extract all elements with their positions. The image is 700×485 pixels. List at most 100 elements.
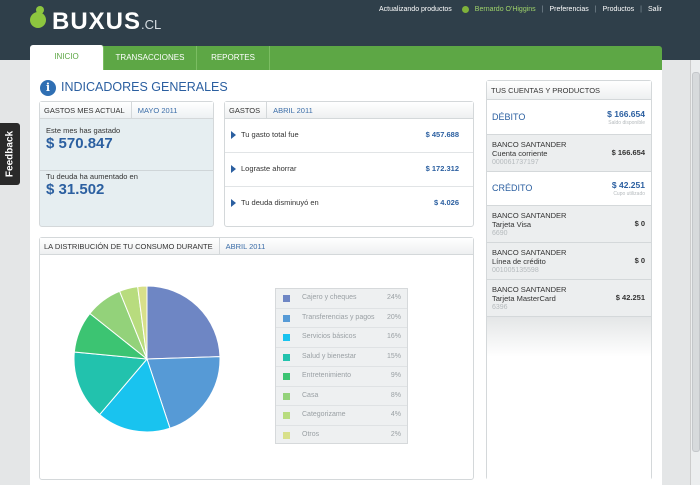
legend-label: Entretenimiento — [302, 372, 352, 379]
legend-swatch — [283, 295, 290, 302]
debt-increase-value: $ 31.502 — [46, 181, 105, 198]
account-row[interactable]: BANCO SANTANDER Línea de crédito 0010051… — [487, 243, 651, 280]
expense-row[interactable]: Tu gasto total fue $ 457.688 — [225, 119, 473, 153]
legend-percent: 16% — [386, 333, 401, 340]
panel-title: TUS CUENTAS Y PRODUCTOS — [491, 86, 601, 95]
main-tabs: INICIO TRANSACCIONES REPORTES — [30, 45, 662, 70]
pie-slice-cajero-y-cheques — [146, 285, 221, 360]
expand-arrow-icon — [231, 165, 236, 173]
expense-row[interactable]: Lograste ahorrar $ 172.312 — [225, 153, 473, 187]
expense-label: Tu deuda disminuyó en — [241, 198, 319, 207]
account-number: 6690 — [492, 230, 508, 237]
debit-title: DÉBITO — [492, 112, 526, 122]
legend-label: Casa — [302, 391, 319, 399]
legend-row: Cajero y cheques 24% — [276, 289, 407, 309]
spending-distribution-panel: LA DISTRIBUCIÓN DE TU CONSUMO DURANTE AB… — [39, 237, 474, 480]
panel-title: GASTOS — [229, 106, 261, 115]
bank-name: BANCO SANTANDER — [492, 248, 567, 257]
bank-name: BANCO SANTANDER — [492, 285, 567, 294]
legend-swatch — [283, 392, 290, 400]
expand-arrow-icon — [231, 199, 236, 207]
account-amount: $ 0 — [634, 256, 645, 265]
credit-title: CRÉDITO — [492, 183, 533, 193]
divider — [40, 170, 213, 171]
logout-link[interactable]: Salir — [648, 6, 662, 13]
account-row[interactable]: BANCO SANTANDER Tarjeta Visa 6690 $ 0 — [487, 206, 651, 243]
legend-row: Otros 2% — [276, 426, 407, 446]
legend-label: Salud y bienestar — [302, 352, 357, 360]
account-amount: $ 166.654 — [611, 148, 645, 157]
legend-swatch — [283, 373, 290, 380]
logo-tld: .CL — [141, 17, 162, 32]
product-name: Tarjeta MasterCard — [492, 294, 556, 303]
online-status-icon — [461, 6, 469, 13]
page-title: INDICADORES GENERALES — [61, 80, 228, 94]
expense-row[interactable]: Tu deuda disminuyó en $ 4.026 — [225, 187, 473, 221]
account-row[interactable]: BANCO SANTANDER Tarjeta MasterCard 6396 … — [487, 280, 651, 317]
legend-label: Categorizame — [302, 411, 346, 418]
expense-label: Lograste ahorrar — [241, 164, 297, 173]
debit-section-header[interactable]: DÉBITO $ 166.654 Saldo disponible — [487, 101, 651, 135]
legend-percent: 8% — [390, 391, 401, 399]
account-number: 6396 — [492, 304, 508, 311]
legend-percent: 15% — [386, 352, 401, 360]
legend-swatch — [283, 431, 290, 439]
panel-title: GASTOS MES ACTUAL — [44, 106, 125, 115]
expand-arrow-icon — [231, 131, 236, 139]
legend-label: Cajero y cheques — [302, 294, 357, 301]
legend-swatch — [283, 314, 290, 322]
tab-reportes[interactable]: REPORTES — [197, 46, 270, 70]
accounts-panel-footer — [487, 317, 651, 480]
preferences-link[interactable]: Preferencias — [550, 6, 589, 13]
panel-header: LA DISTRIBUCIÓN DE TU CONSUMO DURANTE AB… — [40, 238, 473, 255]
legend-row: Servicios básicos 16% — [276, 328, 407, 348]
legend-percent: 20% — [386, 313, 401, 321]
product-name: Línea de crédito — [492, 257, 546, 266]
panel-period: MAYO 2011 — [130, 102, 177, 118]
accounts-panel: TUS CUENTAS Y PRODUCTOS DÉBITO $ 166.654… — [486, 80, 652, 480]
tab-transacciones[interactable]: TRANSACCIONES — [104, 46, 197, 70]
product-name: Tarjeta Visa — [492, 220, 532, 229]
distribution-pie-chart — [73, 285, 221, 433]
scrollbar-thumb[interactable] — [692, 72, 700, 452]
products-link[interactable]: Productos — [603, 6, 635, 13]
credit-total: $ 42.251 — [611, 180, 645, 190]
panel-header: TUS CUENTAS Y PRODUCTOS — [487, 81, 651, 100]
updating-status: Actualizando productos — [379, 6, 452, 13]
bank-name: BANCO SANTANDER — [492, 211, 567, 220]
current-month-spending-panel: GASTOS MES ACTUAL MAYO 2011 Este mes has… — [39, 101, 214, 227]
legend-row: Entretenimiento 9% — [276, 367, 407, 387]
debit-subtitle: Saldo disponible — [608, 120, 645, 126]
account-number: 001005135598 — [492, 267, 539, 274]
panel-period: ABRIL 2011 — [266, 102, 313, 118]
user-name-link[interactable]: Bernardo O'Higgins — [475, 6, 536, 13]
logo-text: BUXUS.CL — [52, 8, 162, 35]
legend-swatch — [283, 412, 290, 419]
account-amount: $ 0 — [634, 219, 645, 228]
logo-dot-small-icon — [36, 6, 44, 14]
legend-label: Otros — [302, 430, 320, 438]
tab-inicio[interactable]: INICIO — [30, 45, 104, 70]
legend-label: Servicios básicos — [302, 333, 357, 340]
panel-header: GASTOS MES ACTUAL MAYO 2011 — [40, 102, 213, 119]
legend-row: Transferencias y pagos 20% — [276, 309, 407, 328]
legend-row: Salud y bienestar 15% — [276, 348, 407, 367]
legend-percent: 9% — [390, 372, 401, 379]
feedback-button[interactable]: Feedback — [0, 123, 20, 185]
panel-header: GASTOS ABRIL 2011 — [225, 102, 473, 119]
page-scrollbar[interactable] — [690, 60, 700, 485]
legend-swatch — [283, 334, 290, 341]
nav-separator: | — [541, 6, 544, 13]
expense-value: $ 4.026 — [433, 198, 459, 207]
spent-label: Este mes has gastado — [46, 126, 121, 135]
info-icon: i — [40, 80, 56, 96]
panel-title: LA DISTRIBUCIÓN DE TU CONSUMO DURANTE — [44, 242, 213, 251]
credit-section-header[interactable]: CRÉDITO $ 42.251 Cupo utilizado — [487, 172, 651, 206]
feedback-label: Feedback — [4, 130, 16, 178]
account-row[interactable]: BANCO SANTANDER Cuenta corriente 0000617… — [487, 135, 651, 172]
nav-separator: | — [640, 6, 642, 13]
logo-dot-icon — [30, 12, 46, 28]
debt-increase-label: Tu deuda ha aumentado en — [46, 172, 138, 181]
bank-name: BANCO SANTANDER — [492, 140, 567, 149]
expenses-panel: GASTOS ABRIL 2011 Tu gasto total fue $ 4… — [224, 101, 474, 227]
